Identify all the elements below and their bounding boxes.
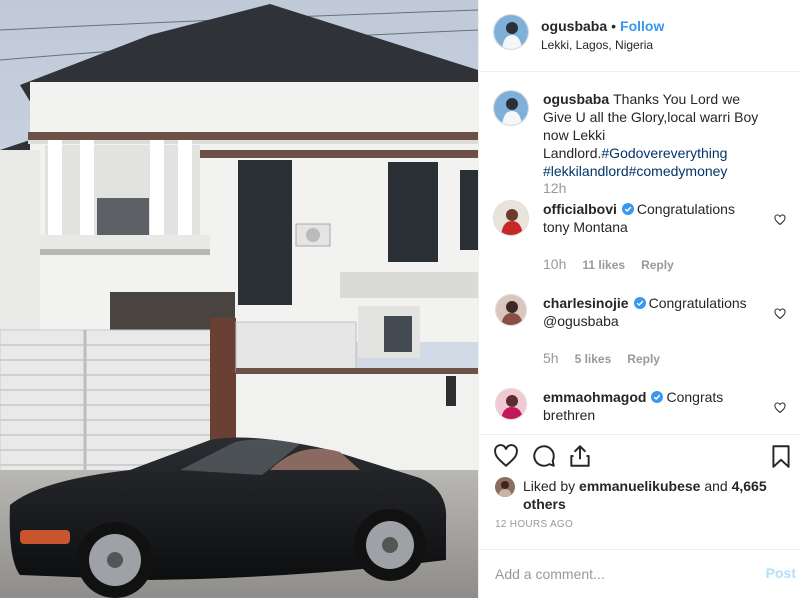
comment-likes[interactable]: 5 likes	[575, 352, 612, 366]
caption-time[interactable]: 12h	[543, 180, 566, 196]
header-user-line: ogusbaba • Follow	[541, 18, 664, 34]
add-comment-section: Post	[479, 549, 801, 598]
share-icon[interactable]	[567, 443, 593, 469]
comment-input[interactable]	[495, 564, 735, 584]
post-location[interactable]: Lekki, Lagos, Nigeria	[541, 38, 653, 52]
post-comment-button[interactable]: Post	[766, 565, 796, 581]
heart-icon[interactable]	[493, 443, 519, 469]
post-photo[interactable]	[0, 0, 478, 598]
comment-body: charlesinojie Congratulations @ogusbaba	[543, 294, 765, 330]
comment-time[interactable]: 5h	[543, 350, 559, 366]
hashtag-link[interactable]: #comedymoney	[629, 163, 728, 179]
caption-body: ogusbaba Thanks You Lord we Give U all th…	[543, 90, 765, 180]
instagram-post: ogusbaba • Follow Lekki, Lagos, Nigeria og…	[0, 0, 801, 598]
caption-meta: 12h	[543, 180, 566, 196]
hashtag-link[interactable]: #lekkilandlord	[543, 163, 629, 179]
reply-button[interactable]: Reply	[641, 258, 674, 272]
house-and-car-image	[0, 0, 478, 598]
commenter-username[interactable]: officialbovi	[543, 201, 617, 217]
post-side-panel: ogusbaba • Follow Lekki, Lagos, Nigeria og…	[478, 0, 801, 598]
comment-likes[interactable]: 11 likes	[582, 258, 625, 272]
comment-body: emmaohmagod Congrats brethren	[543, 388, 765, 424]
comments-list[interactable]: ogusbaba Thanks You Lord we Give U all th…	[479, 72, 801, 434]
reply-button[interactable]: Reply	[627, 352, 660, 366]
post-timestamp[interactable]: 12 HOURS AGO	[495, 519, 573, 530]
post-actions: Liked by emmanuelikubese and 4,665 other…	[479, 434, 801, 598]
comment-meta: 10h 11 likes Reply	[543, 256, 674, 272]
liker-username[interactable]: emmanuelikubese	[579, 478, 700, 494]
separator-dot: •	[611, 18, 617, 34]
caption-username[interactable]: ogusbaba	[543, 91, 609, 107]
comment-time[interactable]: 10h	[543, 256, 566, 272]
verified-badge-icon	[651, 391, 664, 403]
post-header: ogusbaba • Follow Lekki, Lagos, Nigeria	[479, 0, 801, 72]
commenter-username[interactable]: charlesinojie	[543, 295, 629, 311]
comment-meta: 5h 5 likes Reply	[543, 350, 660, 366]
likes-connector: and	[704, 478, 728, 494]
commenter-avatar[interactable]	[495, 294, 527, 326]
likes-summary: Liked by emmanuelikubese and 4,665 other…	[495, 477, 785, 513]
comment-icon[interactable]	[531, 443, 557, 469]
author-avatar[interactable]	[493, 14, 529, 50]
commenter-avatar[interactable]	[495, 388, 527, 420]
likes-prefix: Liked by	[523, 478, 576, 494]
commenter-username[interactable]: emmaohmagod	[543, 389, 646, 405]
author-username[interactable]: ogusbaba	[541, 18, 607, 34]
follow-button[interactable]: Follow	[620, 18, 664, 34]
commenter-avatar[interactable]	[493, 200, 529, 236]
likes-text: Liked by emmanuelikubese and 4,665 other…	[523, 477, 785, 513]
verified-badge-icon	[633, 297, 646, 309]
heart-icon[interactable]	[774, 308, 786, 320]
bookmark-icon[interactable]	[768, 443, 794, 469]
caption-author-avatar[interactable]	[493, 90, 529, 126]
liker-avatar[interactable]	[495, 477, 515, 497]
verified-badge-icon	[621, 203, 634, 215]
comment-body: officialbovi Congratulations tony Montana	[543, 200, 765, 236]
hashtag-link[interactable]: #Godovereverything	[601, 145, 727, 161]
heart-icon[interactable]	[774, 214, 786, 226]
heart-icon[interactable]	[774, 402, 786, 414]
